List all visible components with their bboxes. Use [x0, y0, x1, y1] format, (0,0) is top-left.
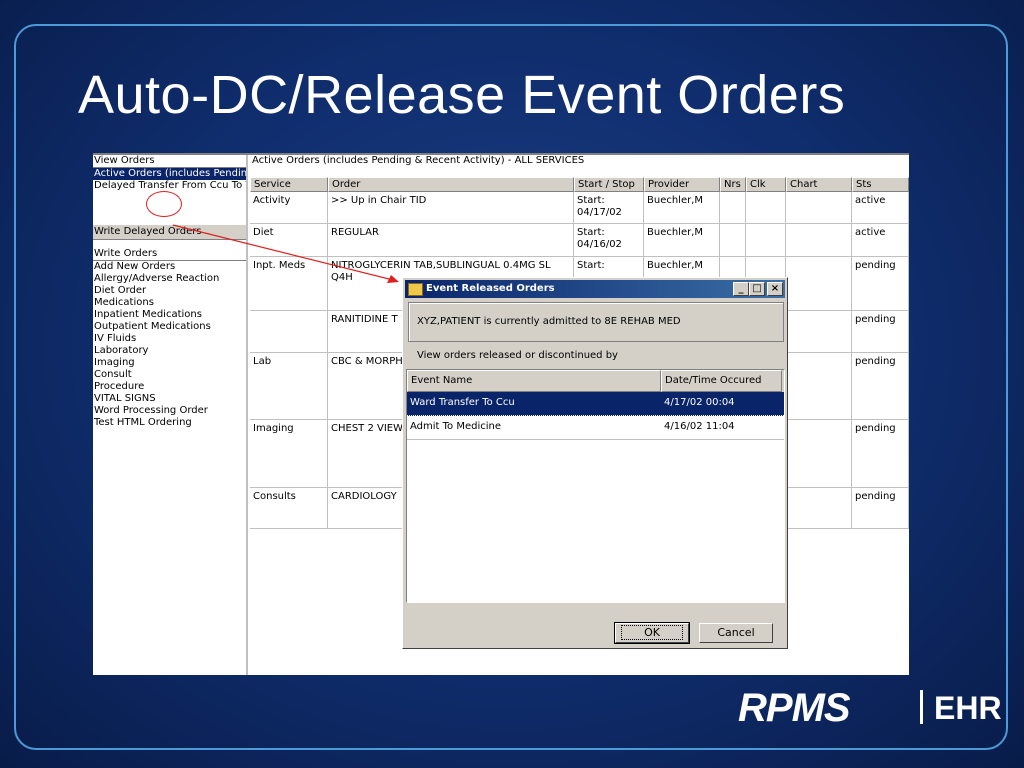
slide-title: Auto-DC/Release Event Orders	[78, 65, 846, 125]
view-orders-label: View orders released or discontinued by	[417, 350, 618, 361]
patient-status-box: XYZ,PATIENT is currently admitted to 8E …	[408, 302, 784, 342]
column-header-datetime[interactable]: Date/Time Occured	[661, 370, 782, 392]
logo-divider	[920, 690, 923, 724]
dialog-title: Event Released Orders	[426, 283, 555, 294]
maximize-icon[interactable]: □	[749, 282, 765, 296]
rpms-ehr-logo: RPMS EHR	[738, 686, 1002, 730]
cancel-button[interactable]: Cancel	[699, 623, 773, 643]
logo-suffix: EHR	[934, 690, 1002, 726]
list-item[interactable]: Admit To Medicine 4/16/02 11:04	[407, 416, 784, 440]
dialog-titlebar[interactable]: Event Released Orders _ □ ×	[405, 280, 785, 298]
patient-status-text: XYZ,PATIENT is currently admitted to 8E …	[417, 316, 681, 327]
column-header-event-name[interactable]: Event Name	[407, 370, 661, 392]
event-name: Admit To Medicine	[410, 421, 502, 432]
event-list: Event Name Date/Time Occured Ward Transf…	[406, 369, 785, 603]
ok-label: OK	[621, 625, 683, 640]
event-released-orders-dialog: Event Released Orders _ □ × XYZ,PATIENT …	[402, 277, 788, 649]
event-name: Ward Transfer To Ccu	[410, 397, 515, 408]
event-list-header: Event Name Date/Time Occured	[407, 370, 784, 392]
folder-icon	[408, 283, 423, 296]
minimize-icon[interactable]: _	[733, 282, 749, 296]
event-time: 4/16/02 11:04	[664, 421, 735, 432]
close-icon[interactable]: ×	[767, 282, 783, 296]
logo-brand: RPMS	[738, 686, 851, 730]
ok-button[interactable]: OK	[614, 622, 690, 644]
list-item[interactable]: Ward Transfer To Ccu 4/17/02 00:04	[407, 392, 784, 416]
event-time: 4/17/02 00:04	[664, 397, 735, 408]
